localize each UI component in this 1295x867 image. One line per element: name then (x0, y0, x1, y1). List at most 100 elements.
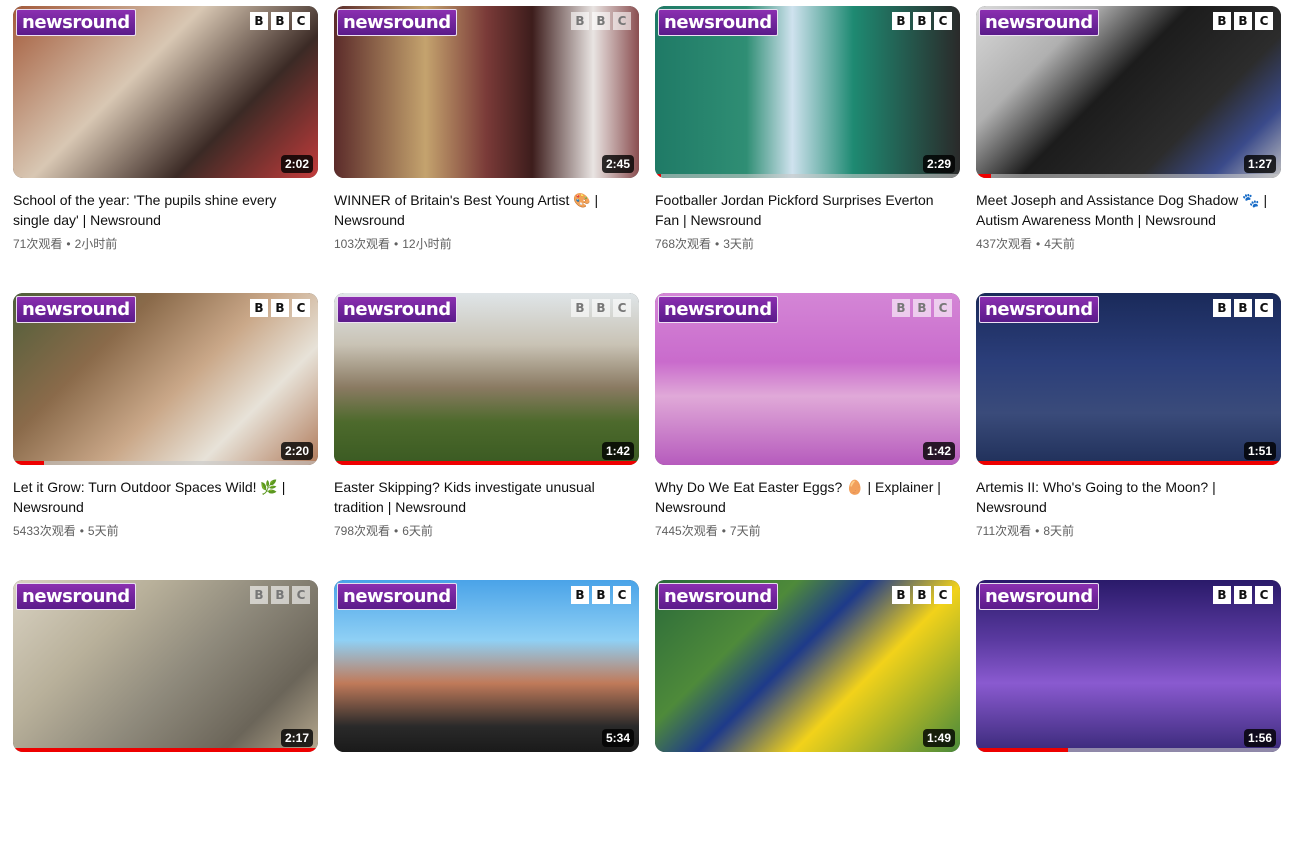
upload-age: 7天前 (729, 524, 761, 538)
video-thumbnail[interactable]: newsround BBC 2:45 (334, 6, 639, 178)
video-card[interactable]: newsround BBC 1:27 Meet Joseph and Assis… (976, 6, 1281, 293)
video-thumbnail[interactable]: newsround BBC 2:17 (13, 580, 318, 752)
view-count: 437次观看 (976, 237, 1033, 251)
bbc-logo: BBC (1213, 299, 1273, 317)
video-card[interactable]: newsround BBC 2:45 WINNER of Britain's B… (334, 6, 639, 293)
video-title[interactable] (334, 764, 639, 804)
video-thumbnail[interactable]: newsround BBC 1:27 (976, 6, 1281, 178)
newsround-logo: newsround (16, 9, 136, 36)
video-thumbnail[interactable]: newsround BBC 1:56 (976, 580, 1281, 752)
view-count: 711次观看 (976, 524, 1032, 538)
newsround-logo: newsround (979, 9, 1099, 36)
video-thumbnail[interactable]: newsround BBC 2:29 (655, 6, 960, 178)
video-thumbnail[interactable]: newsround BBC 2:20 (13, 293, 318, 465)
newsround-logo: newsround (337, 296, 457, 323)
video-thumbnail[interactable]: newsround BBC 1:51 (976, 293, 1281, 465)
video-meta: 798次观看 • 6天前 (334, 522, 639, 540)
video-title[interactable]: Artemis II: Who's Going to the Moon? | N… (976, 477, 1281, 517)
video-meta: 437次观看 • 4天前 (976, 235, 1281, 253)
meta-separator: • (721, 524, 726, 538)
upload-age: 3天前 (723, 237, 754, 251)
view-count: 7445次观看 (655, 524, 718, 538)
bbc-logo: BBC (571, 586, 631, 604)
video-duration: 1:51 (1243, 442, 1276, 460)
video-card[interactable]: newsround BBC 2:02 School of the year: '… (13, 6, 318, 293)
video-duration: 2:17 (280, 729, 313, 747)
video-thumbnail[interactable]: newsround BBC 1:49 (655, 580, 960, 752)
video-thumbnail[interactable]: newsround BBC 1:42 (334, 293, 639, 465)
view-count: 768次观看 (655, 237, 712, 251)
video-duration: 2:02 (280, 155, 313, 173)
view-count: 103次观看 (334, 237, 391, 251)
newsround-logo: newsround (658, 296, 778, 323)
video-meta: 768次观看 • 3天前 (655, 235, 960, 253)
video-duration: 5:34 (601, 729, 634, 747)
watch-progress-bar (976, 174, 1281, 178)
video-card[interactable]: newsround BBC 1:56 (976, 580, 1281, 867)
upload-age: 6天前 (402, 524, 433, 538)
video-meta: 71次观看 • 2小时前 (13, 235, 318, 253)
bbc-logo: BBC (250, 586, 310, 604)
watch-progress-bar (655, 174, 960, 178)
video-duration: 2:20 (280, 442, 313, 460)
video-duration: 2:29 (922, 155, 955, 173)
video-thumbnail[interactable]: newsround BBC 1:42 (655, 293, 960, 465)
meta-separator: • (1035, 524, 1040, 538)
bbc-logo: BBC (1213, 12, 1273, 30)
video-meta: 5433次观看 • 5天前 (13, 522, 318, 540)
video-duration: 1:56 (1243, 729, 1276, 747)
video-thumbnail[interactable]: newsround BBC 5:34 (334, 580, 639, 752)
meta-separator: • (79, 524, 84, 538)
bbc-logo: BBC (892, 12, 952, 30)
video-title[interactable] (13, 764, 318, 804)
newsround-logo: newsround (337, 9, 457, 36)
newsround-logo: newsround (658, 583, 778, 610)
video-meta: 7445次观看 • 7天前 (655, 522, 960, 540)
view-count: 5433次观看 (13, 524, 76, 538)
video-duration: 1:42 (922, 442, 955, 460)
video-card[interactable]: newsround BBC 1:49 (655, 580, 960, 867)
video-card[interactable]: newsround BBC 5:34 (334, 580, 639, 867)
newsround-logo: newsround (16, 296, 136, 323)
bbc-logo: BBC (571, 299, 631, 317)
video-title[interactable]: WINNER of Britain's Best Young Artist 🎨 … (334, 190, 639, 230)
meta-separator: • (394, 524, 399, 538)
meta-separator: • (715, 237, 720, 251)
watch-progress-bar (13, 461, 318, 465)
upload-age: 2小时前 (74, 237, 118, 251)
video-card[interactable]: newsround BBC 2:17 (13, 580, 318, 867)
video-title[interactable]: Easter Skipping? Kids investigate unusua… (334, 477, 639, 517)
newsround-logo: newsround (979, 296, 1099, 323)
meta-separator: • (394, 237, 399, 251)
bbc-logo: BBC (571, 12, 631, 30)
video-duration: 1:42 (601, 442, 634, 460)
video-title[interactable]: Meet Joseph and Assistance Dog Shadow 🐾 … (976, 190, 1281, 230)
bbc-logo: BBC (892, 586, 952, 604)
upload-age: 12小时前 (402, 237, 452, 251)
video-title[interactable]: Footballer Jordan Pickford Surprises Eve… (655, 190, 960, 230)
newsround-logo: newsround (337, 583, 457, 610)
newsround-logo: newsround (658, 9, 778, 36)
bbc-logo: BBC (250, 299, 310, 317)
video-title[interactable] (655, 764, 960, 804)
video-title[interactable] (976, 764, 1281, 804)
watch-progress-bar (13, 748, 318, 752)
video-title[interactable]: Why Do We Eat Easter Eggs? 🥚 | Explainer… (655, 477, 960, 517)
meta-separator: • (66, 237, 71, 251)
upload-age: 5天前 (87, 524, 119, 538)
video-duration: 1:49 (922, 729, 955, 747)
view-count: 798次观看 (334, 524, 391, 538)
video-thumbnail[interactable]: newsround BBC 2:02 (13, 6, 318, 178)
video-card[interactable]: newsround BBC 2:20 Let it Grow: Turn Out… (13, 293, 318, 580)
video-card[interactable]: newsround BBC 1:42 Why Do We Eat Easter … (655, 293, 960, 580)
video-meta: 711次观看 • 8天前 (976, 522, 1281, 540)
video-title[interactable]: School of the year: 'The pupils shine ev… (13, 190, 318, 230)
newsround-logo: newsround (979, 583, 1099, 610)
video-card[interactable]: newsround BBC 1:51 Artemis II: Who's Goi… (976, 293, 1281, 580)
watch-progress-bar (976, 748, 1281, 752)
watch-progress-bar (334, 461, 639, 465)
video-card[interactable]: newsround BBC 1:42 Easter Skipping? Kids… (334, 293, 639, 580)
video-card[interactable]: newsround BBC 2:29 Footballer Jordan Pic… (655, 6, 960, 293)
video-meta: 103次观看 • 12小时前 (334, 235, 639, 253)
video-title[interactable]: Let it Grow: Turn Outdoor Spaces Wild! 🌿… (13, 477, 318, 517)
